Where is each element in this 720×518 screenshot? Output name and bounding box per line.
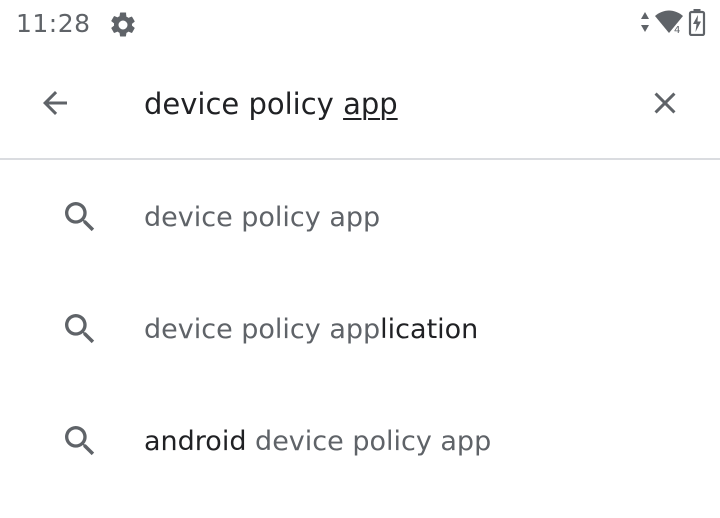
suggestion-label: device policy app [144, 198, 380, 238]
status-icons: 4 [640, 8, 706, 40]
suggestion-label: device policy application [144, 310, 478, 350]
suggestion-list: device policy app device policy applicati… [0, 162, 720, 498]
search-query-text: device policy [144, 87, 344, 121]
settings-gear-icon [108, 10, 138, 40]
suggestion-item[interactable]: android device policy app [0, 386, 720, 498]
suggestion-label-part: lication [380, 314, 479, 345]
suggestion-label: android device policy app [144, 422, 491, 462]
data-arrows-icon [640, 10, 650, 38]
search-icon [60, 197, 100, 237]
suggestion-label-part: device policy app [246, 426, 492, 457]
status-time: 11:28 [16, 9, 91, 38]
search-icon [60, 421, 100, 461]
search-query-composing-text: app [343, 87, 398, 121]
clear-search-button[interactable] [640, 80, 690, 130]
status-bar: 11:28 4 [0, 0, 720, 50]
suggestion-item[interactable]: device policy app [0, 162, 720, 274]
search-icon [60, 309, 100, 349]
back-button[interactable] [30, 80, 80, 130]
suggestion-item[interactable]: device policy application [0, 274, 720, 386]
battery-charging-icon [688, 8, 706, 40]
svg-text:4: 4 [674, 25, 680, 35]
wifi-icon: 4 [654, 9, 684, 39]
arrow-back-icon [37, 85, 73, 125]
search-input[interactable]: device policy app [144, 82, 398, 126]
suggestion-label-part: android [144, 426, 247, 457]
close-icon [647, 85, 683, 125]
suggestion-label-part: device policy app [144, 314, 381, 345]
suggestion-label-part: device policy app [144, 202, 381, 233]
search-bar: device policy app [0, 50, 720, 160]
